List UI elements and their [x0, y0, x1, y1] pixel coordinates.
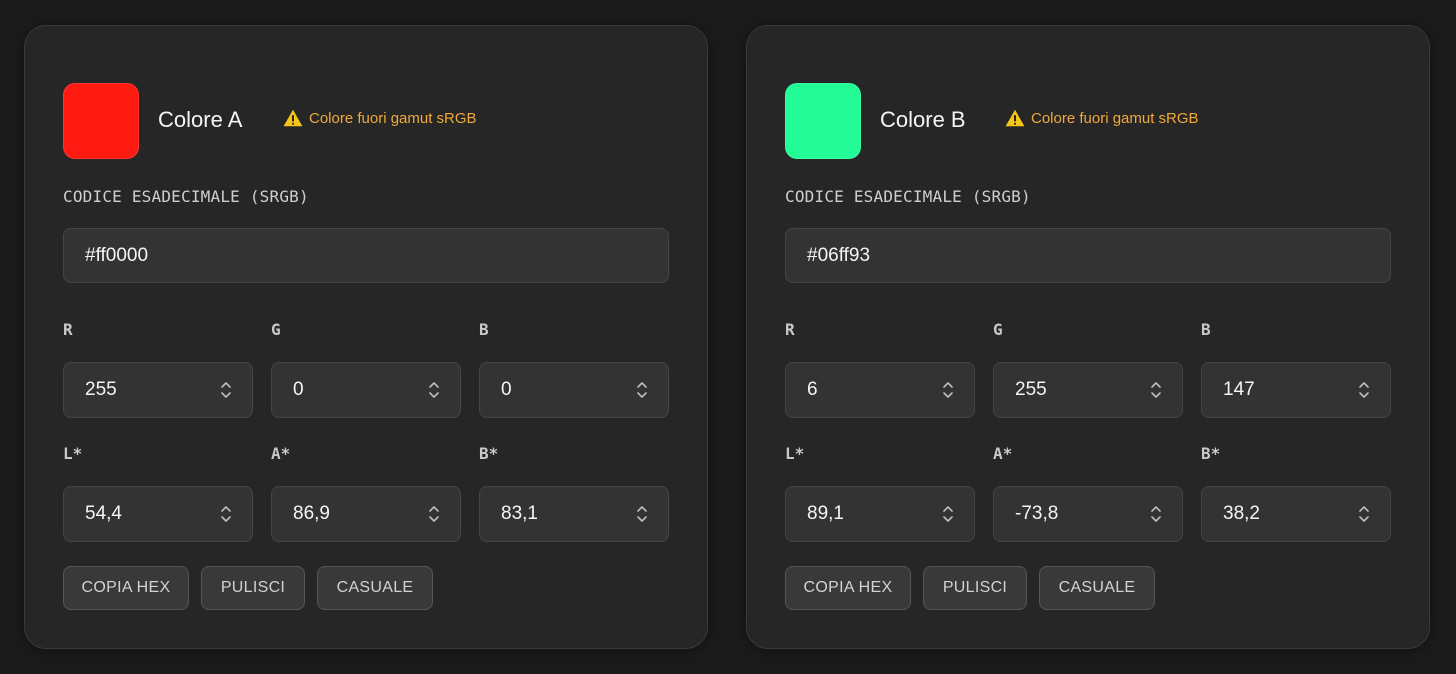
stepper-icon[interactable]: [942, 503, 954, 525]
stepper-icon[interactable]: [942, 379, 954, 401]
clear-button[interactable]: PULISCI: [923, 566, 1027, 610]
g-value: 0: [293, 379, 304, 400]
b-value: 0: [501, 379, 512, 400]
warning-icon: [283, 109, 303, 127]
g-label: G: [993, 320, 1003, 339]
r-value: 255: [85, 379, 117, 400]
a-star-input[interactable]: -73,8: [993, 486, 1183, 542]
b-label: B: [479, 320, 489, 339]
b-star-input[interactable]: 38,2: [1201, 486, 1391, 542]
color-swatch[interactable]: [63, 83, 139, 159]
b-star-input[interactable]: 83,1: [479, 486, 669, 542]
b-star-label: B*: [479, 444, 499, 463]
stepper-icon[interactable]: [1150, 379, 1162, 401]
b-input[interactable]: 147: [1201, 362, 1391, 418]
random-button[interactable]: CASUALE: [1039, 566, 1155, 610]
stepper-icon[interactable]: [636, 379, 648, 401]
l-star-input[interactable]: 89,1: [785, 486, 975, 542]
warning-text: Colore fuori gamut sRGB: [1031, 109, 1199, 127]
r-value: 6: [807, 379, 818, 400]
a-star-value: -73,8: [1015, 503, 1059, 524]
a-star-label: A*: [993, 444, 1013, 463]
stepper-icon[interactable]: [428, 379, 440, 401]
g-value: 255: [1015, 379, 1047, 400]
color-swatch[interactable]: [785, 83, 861, 159]
b-star-label: B*: [1201, 444, 1221, 463]
hex-label: CODICE ESADECIMALE (SRGB): [63, 187, 309, 206]
a-star-value: 86,9: [293, 503, 330, 524]
color-card-b: Colore B Colore fuori gamut sRGB CODICE …: [746, 25, 1430, 649]
r-label: R: [63, 320, 73, 339]
a-star-label: A*: [271, 444, 291, 463]
random-button[interactable]: CASUALE: [317, 566, 433, 610]
gamut-warning: Colore fuori gamut sRGB: [283, 109, 477, 127]
r-input[interactable]: 6: [785, 362, 975, 418]
copy-hex-button[interactable]: COPIA HEX: [785, 566, 911, 610]
l-star-value: 89,1: [807, 503, 844, 524]
r-input[interactable]: 255: [63, 362, 253, 418]
l-star-label: L*: [63, 444, 83, 463]
b-star-value: 38,2: [1223, 503, 1260, 524]
stepper-icon[interactable]: [1358, 503, 1370, 525]
g-label: G: [271, 320, 281, 339]
b-star-value: 83,1: [501, 503, 538, 524]
gamut-warning: Colore fuori gamut sRGB: [1005, 109, 1199, 127]
l-star-input[interactable]: 54,4: [63, 486, 253, 542]
g-input[interactable]: 0: [271, 362, 461, 418]
g-input[interactable]: 255: [993, 362, 1183, 418]
copy-hex-button[interactable]: COPIA HEX: [63, 566, 189, 610]
stepper-icon[interactable]: [220, 379, 232, 401]
card-title: Colore B: [880, 107, 966, 132]
a-star-input[interactable]: 86,9: [271, 486, 461, 542]
stepper-icon[interactable]: [428, 503, 440, 525]
stepper-icon[interactable]: [1150, 503, 1162, 525]
b-value: 147: [1223, 379, 1255, 400]
card-title: Colore A: [158, 107, 243, 132]
stepper-icon[interactable]: [220, 503, 232, 525]
stepper-icon[interactable]: [1358, 379, 1370, 401]
clear-button[interactable]: PULISCI: [201, 566, 305, 610]
color-card-a: Colore A Colore fuori gamut sRGB CODICE …: [24, 25, 708, 649]
l-star-label: L*: [785, 444, 805, 463]
r-label: R: [785, 320, 795, 339]
b-input[interactable]: 0: [479, 362, 669, 418]
warning-text: Colore fuori gamut sRGB: [309, 109, 477, 127]
warning-icon: [1005, 109, 1025, 127]
hex-input[interactable]: [785, 228, 1391, 283]
l-star-value: 54,4: [85, 503, 122, 524]
hex-label: CODICE ESADECIMALE (SRGB): [785, 187, 1031, 206]
b-label: B: [1201, 320, 1211, 339]
stepper-icon[interactable]: [636, 503, 648, 525]
hex-input[interactable]: [63, 228, 669, 283]
